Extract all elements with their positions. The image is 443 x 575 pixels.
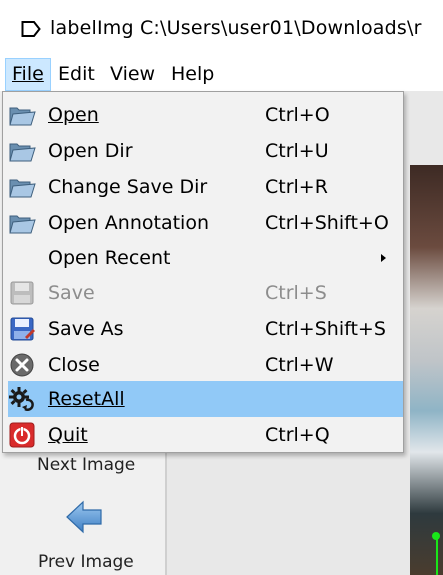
open-folder-icon bbox=[9, 143, 36, 162]
menu-edit[interactable]: Edit bbox=[52, 58, 101, 91]
menu-item-label: ResetAll bbox=[48, 388, 125, 410]
prev-image-label[interactable]: Prev Image bbox=[38, 552, 134, 572]
menu-item-save-as[interactable]: Save As Ctrl+Shift+S bbox=[4, 311, 402, 347]
app-tag-icon bbox=[21, 21, 41, 37]
close-icon bbox=[10, 353, 34, 377]
menu-item-open[interactable]: Open Ctrl+O bbox=[4, 97, 402, 133]
menu-item-shortcut: Ctrl+Shift+O bbox=[265, 212, 389, 234]
menu-view-label: View bbox=[110, 63, 156, 85]
menu-item-label: Save As bbox=[48, 318, 124, 340]
menu-item-shortcut: Ctrl+O bbox=[265, 104, 330, 126]
menu-item-open-recent[interactable]: Open Recent bbox=[4, 240, 402, 276]
menu-item-change-save-dir[interactable]: Change Save Dir Ctrl+R bbox=[4, 169, 402, 205]
menu-item-shortcut: Ctrl+S bbox=[265, 282, 327, 304]
menu-item-label: Quit bbox=[48, 424, 88, 446]
menu-item-label: Open Dir bbox=[48, 140, 133, 162]
menu-item-reset-all[interactable]: ResetAll bbox=[8, 381, 403, 417]
menu-item-label: Change Save Dir bbox=[48, 176, 208, 198]
open-folder-icon bbox=[9, 107, 36, 126]
menu-item-shortcut: Ctrl+W bbox=[265, 354, 334, 376]
menu-item-quit[interactable]: Quit Ctrl+Q bbox=[4, 417, 402, 453]
menu-item-label: Open Annotation bbox=[48, 212, 209, 234]
save-as-icon bbox=[10, 317, 35, 341]
next-image-label[interactable]: Next Image bbox=[37, 455, 135, 475]
menu-help-label: Help bbox=[171, 63, 215, 85]
menu-file-label: File bbox=[12, 63, 44, 85]
prev-arrow-icon[interactable] bbox=[65, 500, 103, 534]
menu-file[interactable]: File bbox=[5, 58, 51, 91]
menu-item-open-dir[interactable]: Open Dir Ctrl+U bbox=[4, 133, 402, 169]
menu-item-label: Open bbox=[48, 104, 99, 126]
open-folder-icon bbox=[9, 215, 36, 234]
save-icon bbox=[10, 281, 34, 305]
submenu-arrow-icon bbox=[381, 254, 386, 262]
bounding-box-edge[interactable] bbox=[436, 536, 438, 575]
menu-item-label: Save bbox=[48, 282, 95, 304]
menu-item-shortcut: Ctrl+Q bbox=[265, 424, 330, 446]
quit-icon bbox=[9, 422, 35, 448]
menu-item-shortcut: Ctrl+Shift+S bbox=[265, 318, 386, 340]
menu-help[interactable]: Help bbox=[165, 58, 220, 91]
menu-bar: File Edit View Help bbox=[0, 58, 443, 91]
menu-item-shortcut: Ctrl+R bbox=[265, 176, 328, 198]
reset-gear-icon bbox=[9, 387, 34, 411]
menu-item-open-annotation[interactable]: Open Annotation Ctrl+Shift+O bbox=[4, 205, 402, 241]
title-bar: labelImg C:\Users\user01\Downloads\r bbox=[0, 0, 443, 58]
menu-view[interactable]: View bbox=[104, 58, 161, 91]
menu-item-shortcut: Ctrl+U bbox=[265, 140, 329, 162]
open-folder-icon bbox=[9, 179, 36, 198]
file-menu-dropdown: Open Ctrl+O Open Dir Ctrl+U Change Save … bbox=[2, 91, 404, 453]
menu-item-label: Close bbox=[48, 354, 100, 376]
menu-item-save: Save Ctrl+S bbox=[4, 275, 402, 311]
menu-item-label: Open Recent bbox=[48, 247, 171, 269]
menu-item-close[interactable]: Close Ctrl+W bbox=[4, 347, 402, 383]
bounding-box-handle[interactable] bbox=[432, 532, 440, 540]
image-preview bbox=[410, 165, 443, 575]
menu-edit-label: Edit bbox=[58, 63, 95, 85]
window-title: labelImg C:\Users\user01\Downloads\r bbox=[50, 17, 422, 39]
